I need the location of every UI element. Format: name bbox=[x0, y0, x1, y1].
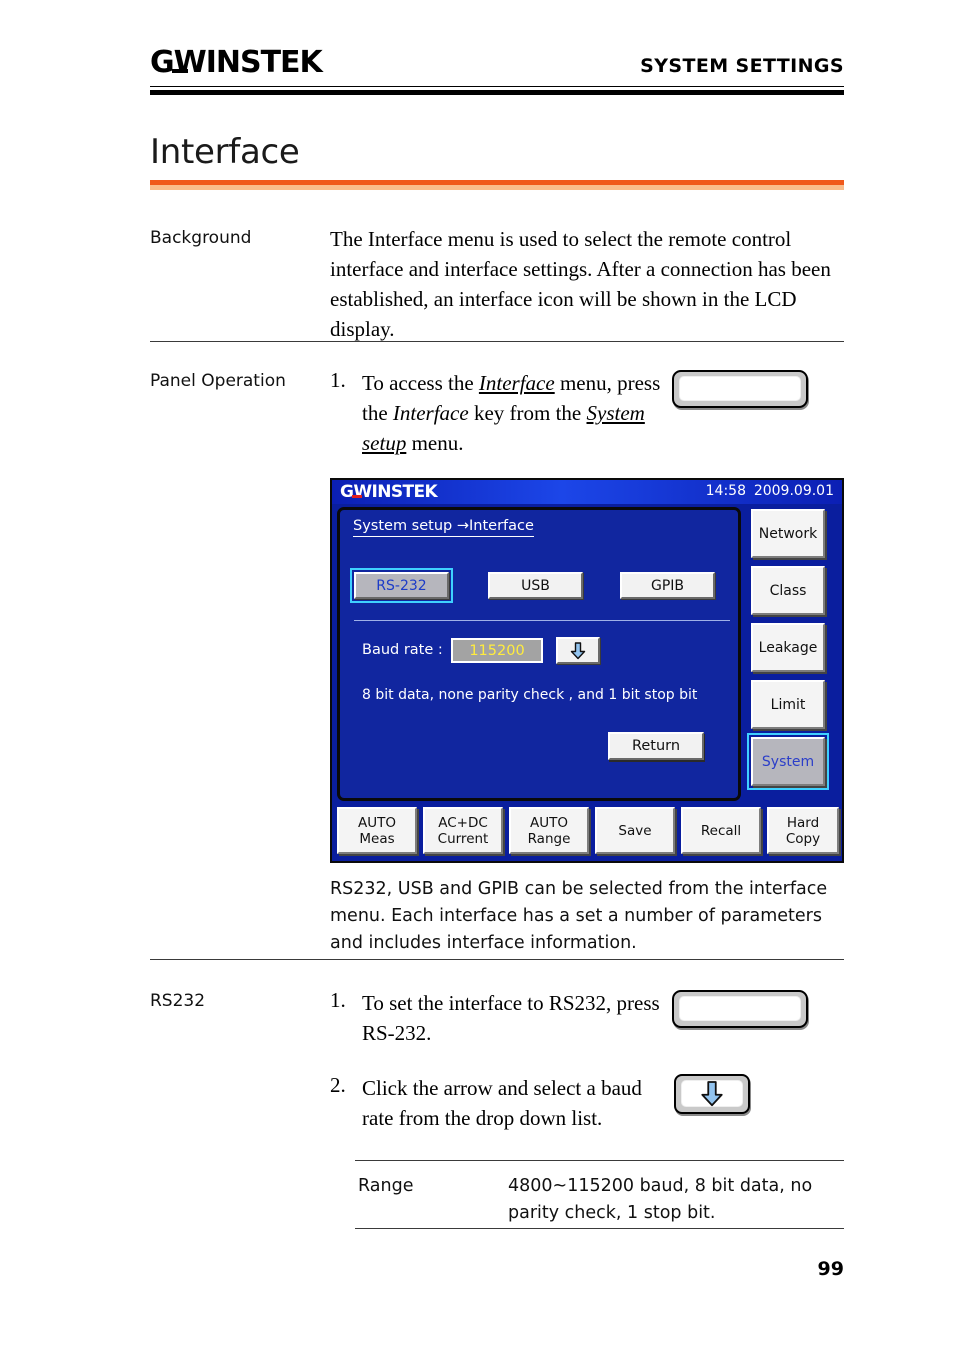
step-number-1: 1. bbox=[330, 368, 346, 392]
lcd-date: 2009.09.01 bbox=[753, 483, 834, 499]
lcd-baud-dropdown-button[interactable] bbox=[556, 637, 600, 664]
text-panel-operation-step1: To access the Interface menu, press the … bbox=[362, 371, 661, 455]
fkey-line1: Recall bbox=[700, 822, 742, 839]
fkey-line2: Current bbox=[437, 830, 489, 847]
fkey-line1: Save bbox=[618, 822, 652, 839]
label-background: Background bbox=[150, 228, 252, 248]
lcd-settings-note: 8 bit data, none parity check , and 1 bi… bbox=[362, 687, 698, 703]
step-number-rs232-2: 2. bbox=[330, 1073, 346, 1097]
lcd-button-usb[interactable]: USB bbox=[488, 572, 583, 599]
page-header: GWINSTEK SYSTEM SETTINGS bbox=[150, 45, 844, 90]
divider-panel-operation bbox=[150, 959, 844, 960]
lcd-title-bar: GWINSTEK 14:58 2009.09.01 bbox=[332, 480, 842, 504]
logo-instek: INSTEK bbox=[205, 45, 323, 80]
title-rule-orange-light bbox=[150, 185, 844, 190]
lcd-button-rs232[interactable]: RS-232 bbox=[350, 568, 453, 603]
lcd-gwinstek-logo: GWINSTEK bbox=[340, 482, 438, 502]
text-lcd-caption: RS232, USB and GPIB can be selected from… bbox=[330, 879, 828, 953]
lcd-softkey-limit[interactable]: Limit bbox=[751, 680, 825, 729]
panel-key-down-arrow[interactable] bbox=[674, 1074, 750, 1114]
lcd-baud-rate-value[interactable]: 115200 bbox=[451, 638, 543, 663]
logo-letter-w: W bbox=[173, 45, 207, 80]
divider-rs232-steps bbox=[355, 1160, 844, 1161]
label-rs232: RS232 bbox=[150, 991, 206, 1011]
gwinstek-logo: GWINSTEK bbox=[150, 45, 323, 80]
panel-key-rs232-blank[interactable] bbox=[672, 990, 808, 1028]
lcd-baud-rate-label: Baud rate : bbox=[362, 642, 443, 658]
lcd-fkey-auto-range[interactable]: AUTO Range bbox=[509, 807, 589, 854]
lcd-fkey-hard-copy[interactable]: Hard Copy bbox=[767, 807, 839, 854]
fkey-line1: AUTO bbox=[358, 814, 396, 831]
header-rule-thick bbox=[150, 90, 844, 95]
lcd-interface-button-row: RS-232 USB GPIB bbox=[350, 568, 730, 603]
lcd-softkey-column: Network Class Leakage Limit System bbox=[745, 507, 838, 801]
down-arrow-icon bbox=[570, 641, 586, 660]
label-panel-operation: Panel Operation bbox=[150, 371, 286, 391]
manual-page: GWINSTEK SYSTEM SETTINGS Interface Backg… bbox=[0, 0, 954, 1350]
text-range-value: 4800~115200 baud, 8 bit data, no parity … bbox=[508, 1176, 813, 1223]
fkey-line1: AC+DC bbox=[438, 814, 488, 831]
lcd-breadcrumb: System setup →Interface bbox=[353, 518, 534, 537]
lcd-return-button[interactable]: Return bbox=[608, 732, 704, 760]
text-background: The Interface menu is used to select the… bbox=[330, 227, 831, 341]
fkey-line1: Hard bbox=[786, 814, 820, 831]
lcd-clock: 14:58 bbox=[705, 483, 746, 499]
lcd-fkey-recall[interactable]: Recall bbox=[681, 807, 761, 854]
lcd-screenshot: GWINSTEK 14:58 2009.09.01 System setup →… bbox=[330, 478, 844, 863]
em-interface-1: Interface bbox=[478, 371, 555, 395]
lcd-softkey-system[interactable]: System bbox=[747, 733, 829, 790]
page-number: 99 bbox=[817, 1258, 844, 1280]
page-title: Interface bbox=[150, 132, 300, 172]
text-rs232-step2: Click the arrow and select a baud rate f… bbox=[362, 1076, 642, 1130]
lcd-function-key-row: AUTO Meas AC+DC Current AUTO Range Save Rec… bbox=[335, 807, 841, 857]
fkey-line2: Meas bbox=[359, 830, 395, 847]
fkey-line1: AUTO bbox=[529, 814, 568, 831]
label-range: Range bbox=[358, 1176, 414, 1196]
lcd-softkey-class[interactable]: Class bbox=[751, 566, 825, 615]
lcd-fkey-acdc-current[interactable]: AC+DC Current bbox=[423, 807, 503, 854]
text-rs232-step1: To set the interface to RS232, press RS-… bbox=[362, 991, 660, 1045]
em-interface-2: Interface bbox=[392, 401, 469, 425]
header-rule-thin bbox=[150, 86, 844, 87]
divider-background bbox=[150, 341, 844, 342]
lcd-fkey-auto-meas[interactable]: AUTO Meas bbox=[337, 807, 417, 854]
lcd-button-gpib[interactable]: GPIB bbox=[620, 572, 715, 599]
lcd-divider bbox=[354, 620, 730, 621]
divider-range bbox=[355, 1228, 844, 1229]
lcd-softkey-leakage[interactable]: Leakage bbox=[751, 623, 825, 672]
down-arrow-icon bbox=[676, 1076, 748, 1112]
logo-letter-g: G bbox=[150, 45, 175, 80]
lcd-softkey-network[interactable]: Network bbox=[751, 509, 825, 558]
lcd-main-panel: System setup →Interface RS-232 USB GPIB … bbox=[337, 507, 741, 801]
fkey-line2: Range bbox=[527, 830, 571, 847]
header-section-title: SYSTEM SETTINGS bbox=[640, 55, 844, 77]
fkey-line2: Copy bbox=[785, 830, 821, 847]
panel-key-face bbox=[679, 996, 801, 1021]
panel-key-face bbox=[679, 376, 801, 401]
step-number-rs232-1: 1. bbox=[330, 988, 346, 1012]
lcd-fkey-save[interactable]: Save bbox=[595, 807, 675, 854]
panel-key-interface-blank[interactable] bbox=[672, 370, 808, 408]
